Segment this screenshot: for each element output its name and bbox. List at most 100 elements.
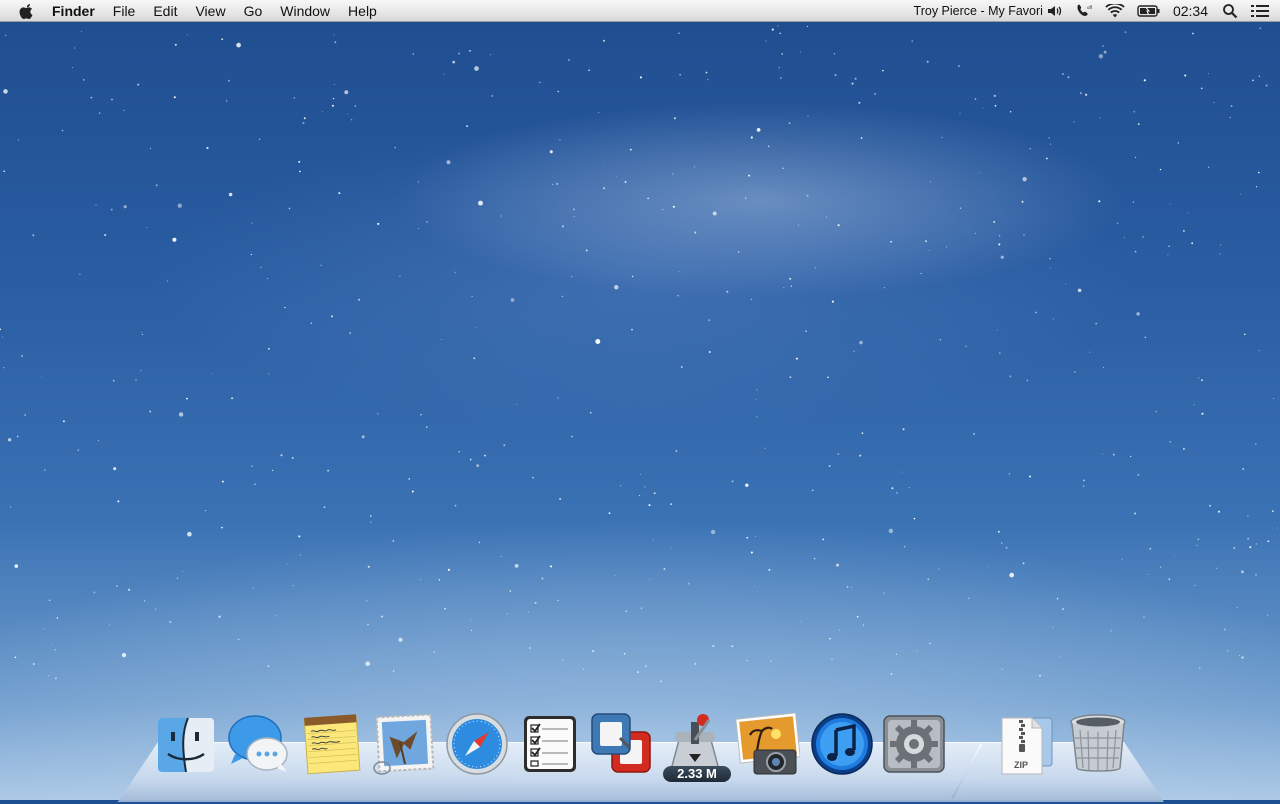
star — [890, 673, 893, 675]
star — [859, 454, 862, 457]
star — [631, 275, 634, 278]
zip-icon: ZIP — [1001, 717, 1053, 775]
star — [837, 453, 840, 455]
star — [333, 34, 335, 36]
apple-menu-icon[interactable] — [18, 2, 36, 20]
star — [829, 637, 831, 640]
star — [1124, 31, 1127, 33]
star — [399, 275, 401, 278]
dock-item-trash[interactable] — [1066, 712, 1130, 780]
star — [831, 658, 833, 660]
star — [149, 410, 152, 413]
dock-item-itunes[interactable] — [810, 712, 874, 780]
dock-item-iphoto[interactable] — [736, 712, 800, 780]
star — [644, 665, 647, 668]
star — [392, 540, 395, 542]
star — [1193, 404, 1195, 406]
menu-help[interactable]: Help — [348, 0, 377, 22]
dock-item-system-preferences[interactable] — [882, 712, 946, 780]
star — [331, 315, 334, 318]
star — [1026, 379, 1029, 382]
star — [48, 599, 51, 602]
star — [476, 464, 480, 467]
star — [712, 644, 715, 648]
star — [1102, 453, 1104, 455]
mail-icon — [373, 713, 435, 775]
status-area: Troy Pierce - My Favori off 02:34 — [902, 0, 1270, 22]
star — [888, 528, 894, 534]
star — [303, 117, 306, 120]
star — [708, 319, 711, 321]
star — [24, 414, 27, 416]
star — [1200, 379, 1204, 382]
dock-item-reminders[interactable] — [518, 712, 582, 780]
star — [1049, 143, 1051, 145]
star — [929, 181, 931, 183]
star — [913, 517, 916, 520]
star — [1062, 608, 1065, 611]
star — [1052, 318, 1054, 320]
menu-go[interactable]: Go — [244, 0, 263, 22]
star — [1230, 105, 1233, 107]
star — [608, 512, 611, 515]
star — [286, 563, 288, 565]
dock-item-messages[interactable] — [227, 712, 291, 780]
dock-item-zip-archive[interactable]: ZIP — [994, 712, 1058, 780]
star — [585, 249, 588, 252]
clock[interactable]: 02:34 — [1173, 3, 1208, 19]
notification-center-icon[interactable] — [1250, 3, 1270, 19]
star — [370, 515, 372, 517]
star — [604, 162, 606, 164]
battery-icon[interactable] — [1137, 4, 1161, 18]
menu-edit[interactable]: Edit — [153, 0, 177, 22]
dock-item-vmware-fusion[interactable] — [590, 712, 654, 780]
star — [1194, 584, 1196, 586]
star — [828, 465, 831, 467]
dock-item-safari[interactable] — [445, 712, 509, 780]
itunes-icon — [811, 713, 873, 775]
star — [551, 183, 554, 186]
spotlight-search-icon[interactable] — [1222, 3, 1238, 19]
star — [398, 637, 403, 642]
star — [110, 208, 113, 211]
star — [1242, 468, 1245, 470]
star — [557, 397, 559, 399]
star — [1135, 156, 1137, 158]
phone-icon[interactable]: off — [1075, 3, 1093, 19]
star — [1143, 79, 1146, 82]
star — [1005, 546, 1008, 549]
star — [1144, 336, 1146, 338]
star — [1249, 546, 1252, 549]
star — [478, 200, 483, 206]
star — [603, 187, 606, 190]
star — [846, 586, 849, 588]
dock-item-notes[interactable] — [300, 712, 364, 780]
star — [347, 113, 349, 115]
dock-item-finder[interactable] — [154, 712, 218, 780]
star — [1192, 32, 1194, 35]
wifi-icon[interactable] — [1105, 3, 1125, 19]
star — [712, 211, 717, 216]
star — [443, 73, 445, 75]
star — [1110, 630, 1112, 632]
star — [1067, 76, 1070, 79]
volume-icon[interactable] — [1047, 4, 1063, 18]
star — [694, 231, 697, 234]
star — [1009, 111, 1012, 113]
dock-item-mail[interactable] — [372, 712, 436, 780]
star — [155, 184, 158, 187]
menu-file[interactable]: File — [113, 0, 136, 22]
star — [1056, 597, 1059, 600]
star — [1074, 371, 1076, 373]
menu-view[interactable]: View — [195, 0, 225, 22]
star — [7, 438, 12, 442]
star — [648, 504, 651, 507]
menu-window[interactable]: Window — [280, 0, 330, 22]
star — [790, 285, 793, 287]
star — [783, 287, 785, 288]
star — [1229, 117, 1231, 119]
star — [1258, 75, 1261, 77]
now-playing-text[interactable]: Troy Pierce - My Favori — [914, 4, 1043, 18]
star — [639, 473, 641, 476]
menu-app-finder[interactable]: Finder — [52, 0, 95, 22]
